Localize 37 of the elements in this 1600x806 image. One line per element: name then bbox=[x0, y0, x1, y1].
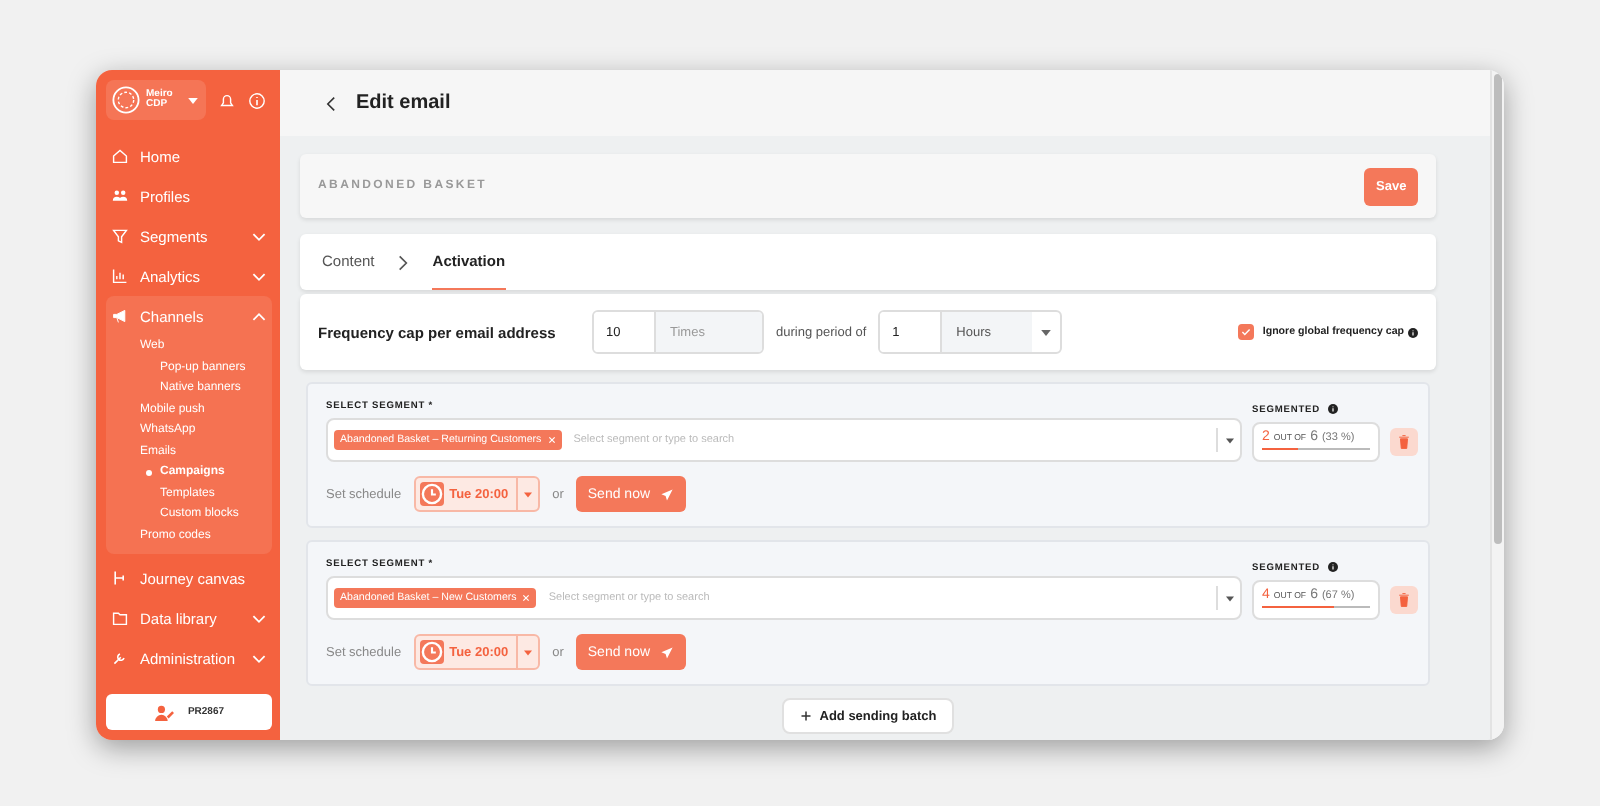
info-icon[interactable] bbox=[248, 91, 266, 109]
caret-icon bbox=[1226, 437, 1234, 443]
caret-icon[interactable] bbox=[524, 491, 533, 497]
flow-icon bbox=[112, 570, 128, 586]
delete-button[interactable] bbox=[1390, 586, 1418, 614]
caret-icon bbox=[1040, 329, 1053, 335]
caret-icon bbox=[1226, 595, 1234, 601]
clock-icon bbox=[419, 482, 444, 506]
caret-icon bbox=[188, 97, 198, 103]
send-icon bbox=[660, 487, 675, 501]
chevron-right-icon bbox=[398, 253, 409, 271]
info-icon bbox=[1327, 562, 1338, 573]
clock-icon bbox=[419, 640, 444, 664]
chart-icon bbox=[112, 268, 128, 284]
home-icon bbox=[112, 148, 128, 164]
people-icon bbox=[112, 188, 128, 204]
logo-icon bbox=[112, 86, 140, 114]
plus-icon bbox=[799, 710, 812, 722]
wrench-icon bbox=[112, 650, 128, 666]
info-icon bbox=[1408, 327, 1418, 337]
trash-icon bbox=[1396, 592, 1412, 608]
user-icon bbox=[153, 703, 176, 721]
back-icon[interactable] bbox=[326, 95, 336, 111]
close-icon[interactable] bbox=[522, 594, 531, 602]
megaphone-icon bbox=[112, 308, 128, 324]
info-icon bbox=[1327, 404, 1338, 415]
page-title: Edit email bbox=[356, 92, 451, 114]
folder-icon bbox=[112, 610, 128, 626]
close-icon[interactable] bbox=[547, 436, 556, 444]
send-icon bbox=[660, 645, 675, 659]
delete-button[interactable] bbox=[1390, 428, 1418, 456]
scrollbar[interactable] bbox=[1490, 70, 1504, 740]
caret-icon[interactable] bbox=[524, 649, 533, 655]
checkbox[interactable] bbox=[1238, 324, 1255, 340]
bell-icon[interactable] bbox=[218, 91, 236, 109]
trash-icon bbox=[1396, 434, 1412, 450]
funnel-icon bbox=[112, 228, 128, 244]
